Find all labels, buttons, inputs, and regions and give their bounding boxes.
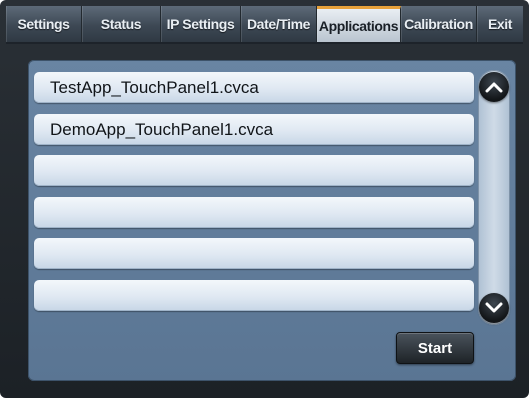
tab-calibration[interactable]: Calibration xyxy=(401,6,477,42)
tab-ip-settings[interactable]: IP Settings xyxy=(161,6,241,42)
list-item[interactable] xyxy=(34,238,474,269)
scroll-down-button[interactable] xyxy=(479,293,509,323)
scroll-up-button[interactable] xyxy=(479,72,509,102)
tab-status[interactable]: Status xyxy=(82,6,161,42)
list-item[interactable] xyxy=(34,155,474,186)
tab-settings[interactable]: Settings xyxy=(6,6,82,42)
list-item[interactable] xyxy=(34,196,474,228)
device-frame: Settings Status IP Settings Date/Time Ap… xyxy=(0,0,529,398)
tab-date-time[interactable]: Date/Time xyxy=(241,6,317,42)
chevron-down-icon xyxy=(485,302,503,314)
list-item[interactable]: DemoApp_TouchPanel1.cvca xyxy=(34,113,474,145)
start-button[interactable]: Start xyxy=(396,332,474,364)
application-list: TestApp_TouchPanel1.cvca DemoApp_TouchPa… xyxy=(34,72,474,321)
tab-bar: Settings Status IP Settings Date/Time Ap… xyxy=(6,6,523,44)
applications-panel: TestApp_TouchPanel1.cvca DemoApp_TouchPa… xyxy=(28,60,516,381)
list-item[interactable] xyxy=(34,279,474,311)
tab-exit[interactable]: Exit xyxy=(477,6,523,42)
tab-applications[interactable]: Applications xyxy=(317,6,401,42)
list-scrollbar[interactable] xyxy=(478,70,510,325)
list-item[interactable]: TestApp_TouchPanel1.cvca xyxy=(34,72,474,103)
chevron-up-icon xyxy=(485,81,503,93)
